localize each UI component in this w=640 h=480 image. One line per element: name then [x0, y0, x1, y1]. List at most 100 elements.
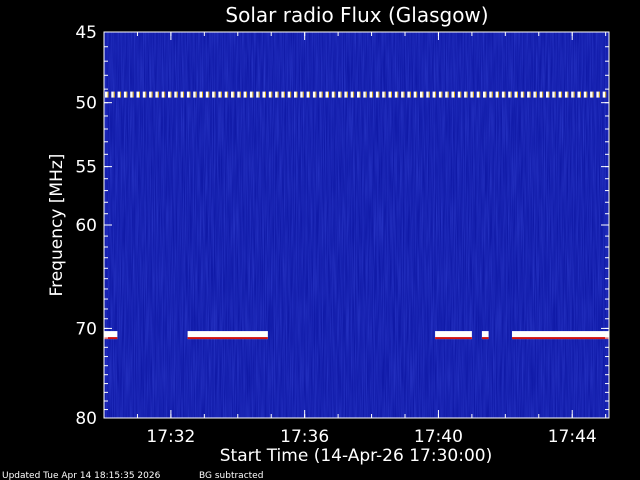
- band-dash: [388, 91, 391, 98]
- band-dash: [596, 91, 599, 98]
- band-dash-edge: [233, 91, 235, 98]
- band-dash-edge: [391, 91, 392, 98]
- band-dash-edge: [334, 91, 336, 98]
- band-dash-edge: [529, 91, 531, 98]
- band-dash: [426, 91, 429, 98]
- band-dash: [344, 91, 347, 98]
- y-tick-label: 55: [75, 158, 97, 178]
- band-dash-edge: [491, 91, 493, 98]
- band-dash-edge: [365, 91, 367, 98]
- band-dash: [539, 91, 543, 98]
- chart-title: Solar radio Flux (Glasgow): [225, 3, 488, 27]
- band-dash: [117, 91, 121, 98]
- band-dash: [306, 91, 310, 98]
- band-dash: [243, 91, 247, 98]
- band-dash: [583, 91, 587, 98]
- band-dash: [249, 91, 253, 98]
- band-dash-edge: [283, 91, 285, 98]
- band-dash: [357, 91, 360, 98]
- band-dash-edge: [176, 91, 178, 98]
- plot-noise: [104, 32, 609, 418]
- band-dash-edge: [139, 91, 140, 98]
- band-dash: [508, 91, 511, 98]
- band-dash-edge: [340, 91, 342, 98]
- band-dash: [552, 91, 555, 98]
- band-segment-edge: [187, 337, 268, 340]
- band-dash-edge: [157, 91, 159, 98]
- band-dash: [546, 91, 549, 98]
- band-dash: [168, 91, 171, 98]
- y-tick-label: 60: [75, 216, 97, 236]
- band-dash: [338, 91, 341, 98]
- band-dash: [451, 91, 454, 98]
- band-dash: [136, 91, 139, 98]
- band-dash-edge: [126, 91, 128, 98]
- band-dash-edge: [214, 91, 216, 98]
- band-dash-edge: [454, 91, 455, 98]
- band-dash-edge: [246, 91, 248, 98]
- band-dash-edge: [258, 91, 260, 98]
- band-segment-edge: [435, 337, 472, 340]
- band-dash: [256, 91, 259, 98]
- band-dash: [350, 91, 354, 98]
- band-dash-edge: [239, 91, 241, 98]
- band-dash: [319, 91, 322, 98]
- band-dash: [527, 91, 530, 98]
- band-dash: [193, 91, 196, 98]
- band-dash-edge: [498, 91, 500, 98]
- x-tick-label: 17:36: [280, 427, 329, 447]
- band-dash: [401, 91, 404, 98]
- band-dash-edge: [598, 91, 600, 98]
- band-segment-edge: [512, 337, 609, 340]
- band-dash-edge: [422, 91, 424, 98]
- band-dash: [495, 91, 499, 98]
- band-dash-edge: [472, 91, 474, 98]
- band-dash: [218, 91, 221, 98]
- band-dash: [331, 91, 335, 98]
- band-dash: [275, 91, 278, 98]
- band-dash-edge: [554, 91, 556, 98]
- band-dash-edge: [328, 91, 329, 98]
- band-dash: [212, 91, 215, 98]
- band-dash-edge: [592, 91, 594, 98]
- band-dash: [407, 91, 410, 98]
- band-dash-edge: [315, 91, 317, 98]
- band-dash-edge: [542, 91, 544, 98]
- band-dash: [571, 91, 574, 98]
- band-dash-edge: [441, 91, 443, 98]
- x-tick-label: 17:40: [414, 427, 463, 447]
- band-dash: [174, 91, 177, 98]
- band-dash-edge: [403, 91, 405, 98]
- band-dash-edge: [296, 91, 298, 98]
- band-dash: [149, 91, 152, 98]
- band-dash: [105, 91, 108, 98]
- band-dash: [413, 91, 417, 98]
- band-dash: [312, 91, 316, 98]
- band-dash: [262, 91, 265, 98]
- band-dash: [130, 91, 133, 98]
- band-dash-edge: [346, 91, 348, 98]
- band-dash-edge: [120, 91, 122, 98]
- band-dash-edge: [384, 91, 386, 98]
- plot-area: [103, 31, 610, 419]
- band-dash-edge: [378, 91, 380, 98]
- band-dash-edge: [271, 91, 273, 98]
- y-tick-label: 80: [75, 409, 97, 429]
- band-dash-edge: [353, 91, 355, 98]
- band-dash-edge: [485, 91, 487, 98]
- band-dash-edge: [510, 91, 512, 98]
- band-dash: [483, 91, 486, 98]
- band-dash: [325, 91, 328, 98]
- band-dash: [375, 91, 379, 98]
- x-tick-label: 17:32: [146, 427, 195, 447]
- band-dash: [489, 91, 492, 98]
- band-segment-edge: [481, 337, 489, 340]
- band-dash-edge: [561, 91, 563, 98]
- band-dash-edge: [428, 91, 430, 98]
- y-axis-label: Frequency [MHz]: [47, 154, 67, 297]
- band-dash-edge: [183, 91, 185, 98]
- band-dash: [281, 91, 284, 98]
- spectrogram-chart: Solar radio Flux (Glasgow) 455055607080 …: [2, 3, 610, 480]
- band-dash: [457, 91, 461, 98]
- band-dash-edge: [479, 91, 481, 98]
